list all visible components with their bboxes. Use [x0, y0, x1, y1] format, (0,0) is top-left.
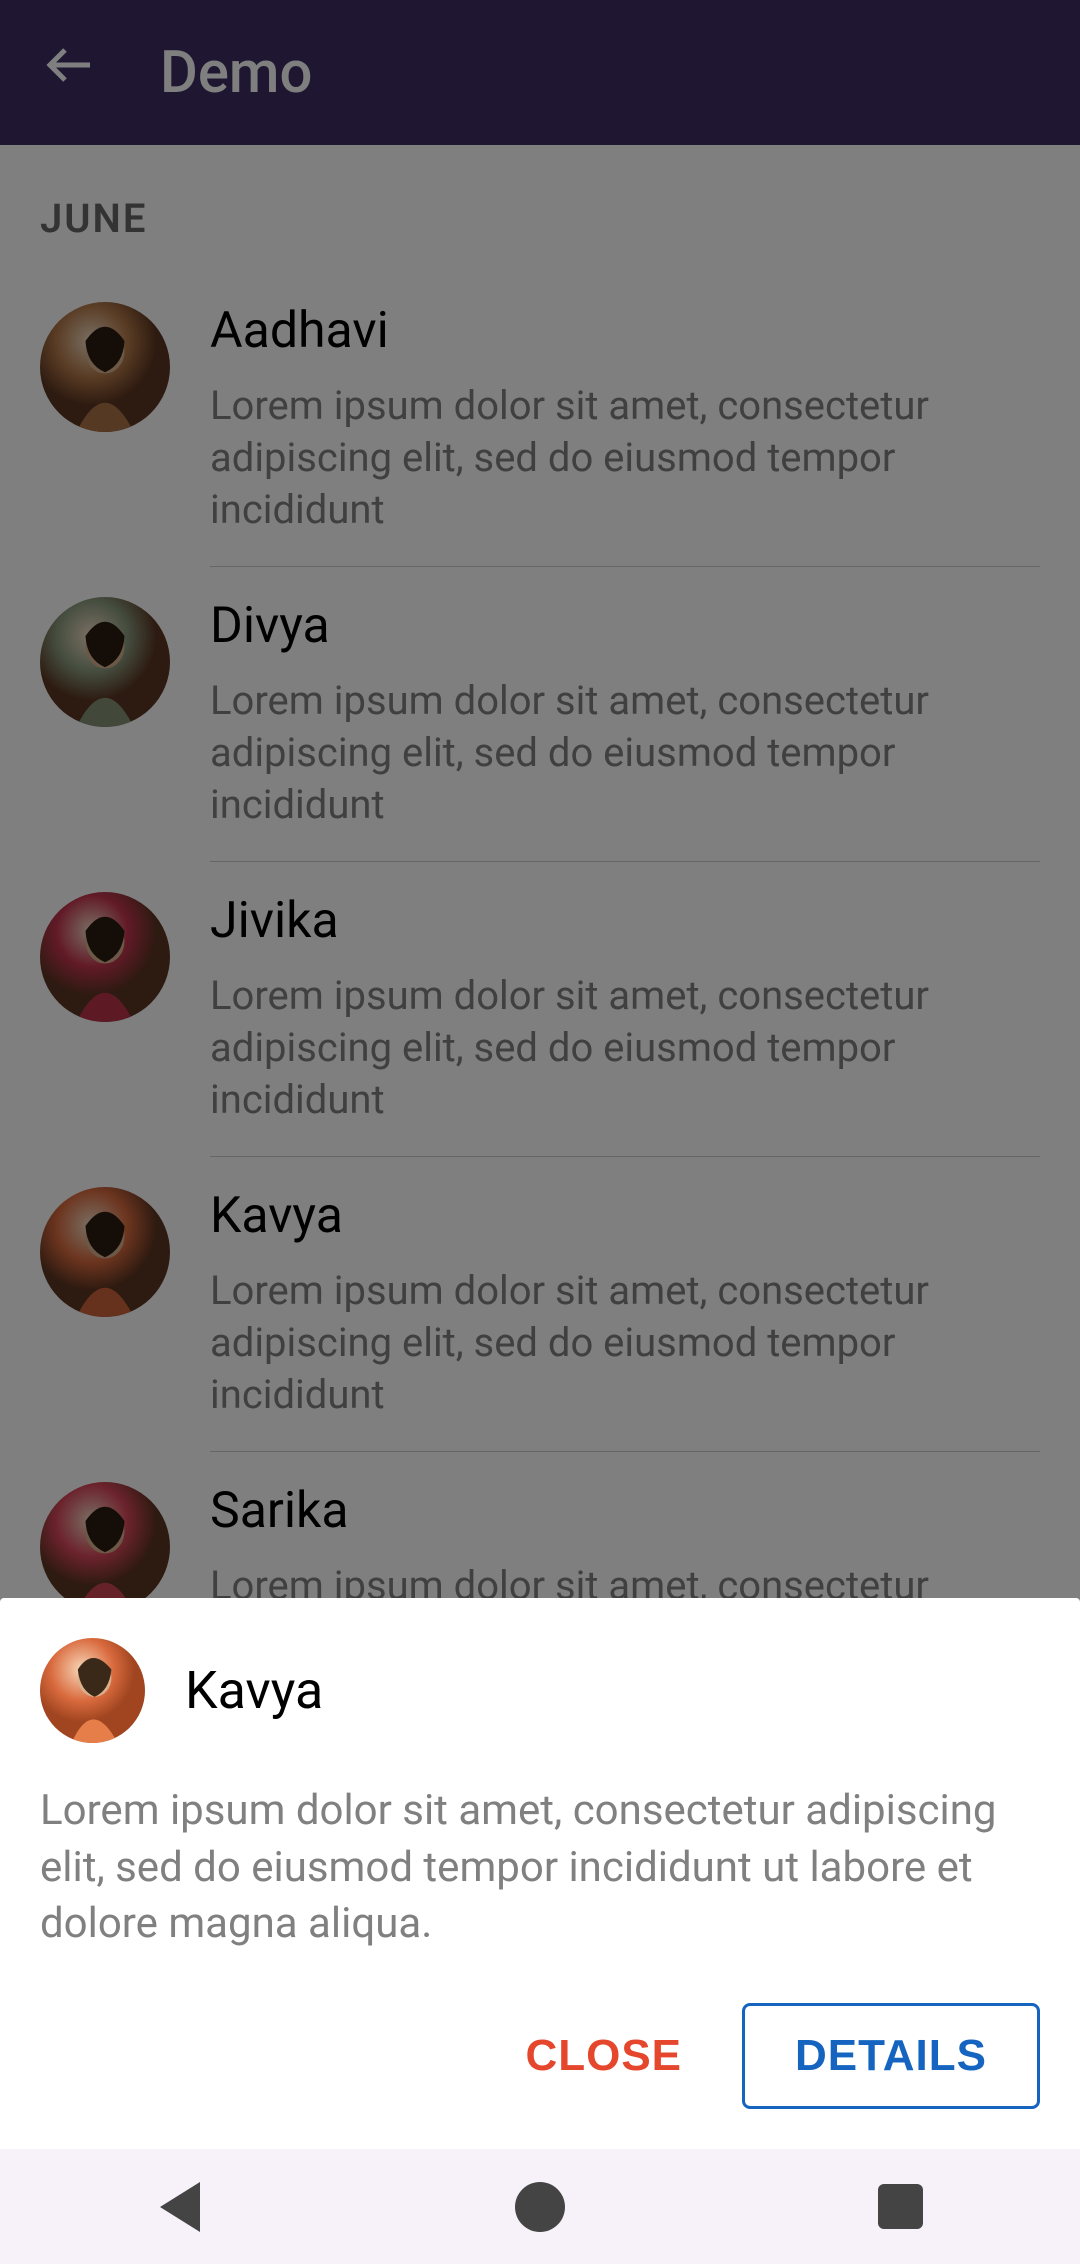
nav-back-icon[interactable]	[155, 2182, 205, 2232]
sheet-header: Kavya	[40, 1638, 1040, 1743]
sheet-avatar	[40, 1638, 145, 1743]
navigation-bar	[0, 2149, 1080, 2264]
sheet-description: Lorem ipsum dolor sit amet, consectetur …	[40, 1783, 1040, 1953]
details-button[interactable]: DETAILS	[742, 2003, 1040, 2109]
nav-home-icon[interactable]	[515, 2182, 565, 2232]
sheet-buttons: CLOSE DETAILS	[40, 2003, 1040, 2109]
close-button[interactable]: CLOSE	[515, 2011, 692, 2101]
nav-recent-icon[interactable]	[875, 2182, 925, 2232]
sheet-title: Kavya	[185, 1660, 323, 1721]
bottom-sheet: Kavya Lorem ipsum dolor sit amet, consec…	[0, 1598, 1080, 2149]
